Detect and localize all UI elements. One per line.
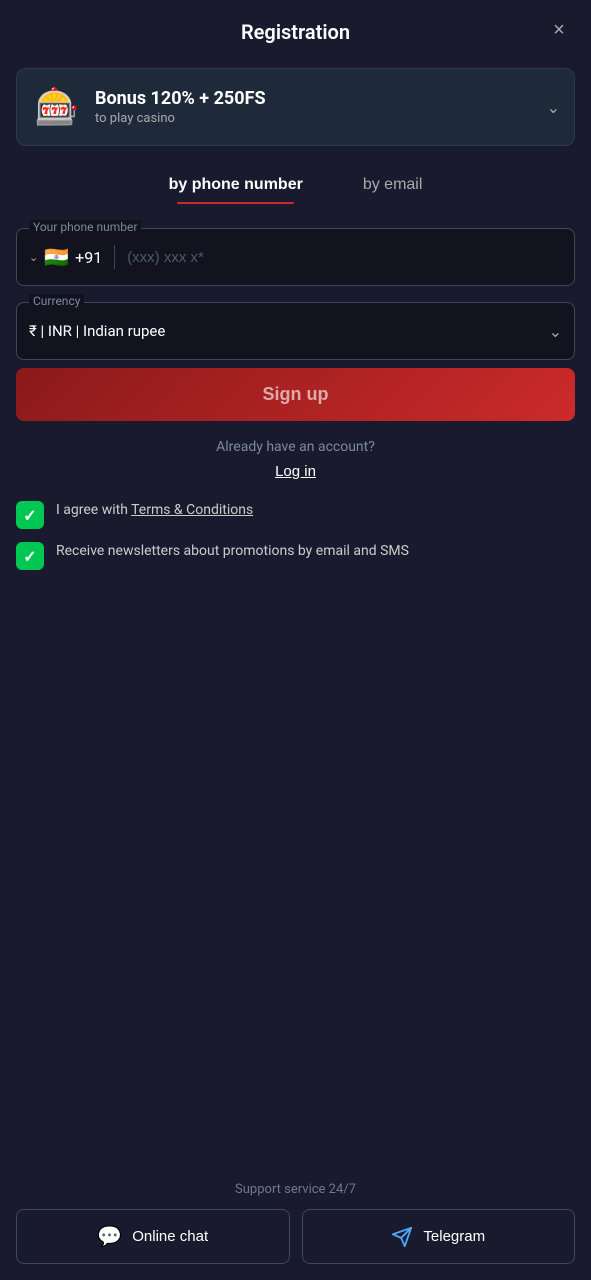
- telegram-icon: [391, 1226, 413, 1248]
- support-label: Support service 24/7: [235, 1182, 356, 1197]
- login-link[interactable]: Log in: [275, 463, 316, 480]
- phone-label: Your phone number: [29, 220, 141, 234]
- newsletter-checkbox[interactable]: ✓: [16, 542, 44, 570]
- telegram-label: Telegram: [423, 1228, 485, 1245]
- telegram-button[interactable]: Telegram: [302, 1209, 576, 1264]
- country-chevron-icon: ⌄: [29, 251, 38, 264]
- phone-row: ⌄ 🇮🇳 +91: [17, 229, 574, 285]
- bonus-title: Bonus 120% + 250FS: [95, 88, 539, 109]
- phone-field[interactable]: [127, 249, 562, 266]
- country-flag-icon: 🇮🇳: [44, 245, 69, 269]
- terms-label: I agree with Terms & Conditions: [56, 500, 253, 521]
- terms-checkbox-row: ✓ I agree with Terms & Conditions: [16, 500, 575, 529]
- login-prompt: Already have an account?: [216, 439, 375, 455]
- currency-chevron-icon: ⌄: [549, 322, 562, 341]
- currency-input-group: Currency ₹ | INR | Indian rupee ⌄: [16, 302, 575, 360]
- bonus-text: Bonus 120% + 250FS to play casino: [95, 88, 539, 126]
- newsletter-checkbox-row: ✓ Receive newsletters about promotions b…: [16, 541, 575, 570]
- support-buttons: 💬 Online chat Telegram: [16, 1209, 575, 1264]
- currency-selector[interactable]: ₹ | INR | Indian rupee ⌄: [17, 303, 574, 359]
- login-section: Already have an account? Log in: [0, 439, 591, 480]
- phone-input-group: Your phone number ⌄ 🇮🇳 +91: [16, 228, 575, 286]
- terms-prefix: I agree with: [56, 502, 131, 518]
- country-code: +91: [75, 248, 102, 267]
- chat-icon: 💬: [97, 1224, 122, 1249]
- modal-header: Registration ×: [0, 0, 591, 60]
- close-button[interactable]: ×: [543, 14, 575, 46]
- signup-button[interactable]: Sign up: [16, 368, 575, 421]
- online-chat-button[interactable]: 💬 Online chat: [16, 1209, 290, 1264]
- terms-conditions-link[interactable]: Terms & Conditions: [131, 502, 253, 518]
- tab-phone[interactable]: by phone number: [139, 166, 333, 204]
- currency-value: ₹ | INR | Indian rupee: [29, 322, 549, 340]
- support-section: Support service 24/7 💬 Online chat Teleg…: [0, 1166, 591, 1280]
- newsletter-label: Receive newsletters about promotions by …: [56, 541, 409, 562]
- bonus-chevron-icon: ⌄: [547, 98, 560, 117]
- bonus-banner[interactable]: 🎰 Bonus 120% + 250FS to play casino ⌄: [16, 68, 575, 146]
- terms-checkbox[interactable]: ✓: [16, 501, 44, 529]
- checkmark-icon-2: ✓: [23, 547, 36, 566]
- bonus-icon: 🎰: [31, 81, 83, 133]
- registration-tabs: by phone number by email: [16, 166, 575, 204]
- registration-form: Your phone number ⌄ 🇮🇳 +91 Currency ₹ | …: [0, 228, 591, 360]
- online-chat-label: Online chat: [132, 1228, 208, 1245]
- page-title: Registration: [241, 20, 350, 44]
- country-selector[interactable]: ⌄ 🇮🇳 +91: [29, 245, 115, 269]
- checkmark-icon: ✓: [23, 506, 36, 525]
- agreements-section: ✓ I agree with Terms & Conditions ✓ Rece…: [0, 500, 591, 570]
- currency-label: Currency: [29, 294, 84, 308]
- tab-email[interactable]: by email: [333, 166, 453, 204]
- bonus-subtitle: to play casino: [95, 111, 539, 126]
